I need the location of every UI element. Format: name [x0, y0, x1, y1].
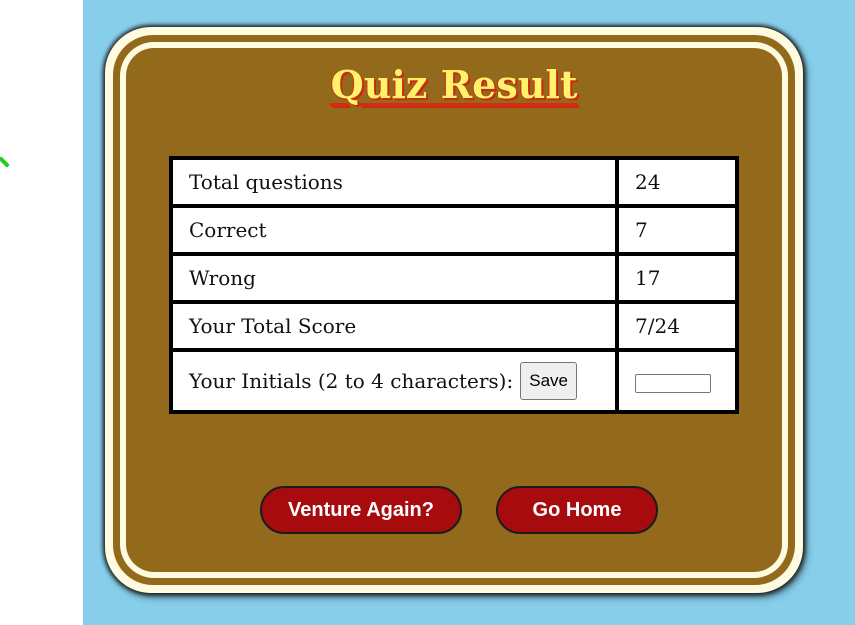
- table-row: Correct 7: [169, 204, 739, 256]
- venture-again-button[interactable]: Venture Again?: [260, 486, 462, 534]
- row-label: Wrong: [169, 252, 619, 304]
- row-value: 24: [615, 156, 739, 208]
- table-row: Your Total Score 7/24: [169, 300, 739, 352]
- initials-row: Your Initials (2 to 4 characters): Save: [169, 348, 739, 414]
- row-label: Your Total Score: [169, 300, 619, 352]
- row-value: 17: [615, 252, 739, 304]
- green-mark: [0, 156, 10, 168]
- go-home-button[interactable]: Go Home: [496, 486, 658, 534]
- table-row: Total questions 24: [169, 156, 739, 208]
- table-row: Wrong 17: [169, 252, 739, 304]
- page-title: Quiz Result: [330, 62, 578, 107]
- initials-input[interactable]: [635, 374, 711, 393]
- initials-label: Your Initials (2 to 4 characters):: [189, 369, 514, 393]
- result-table: Total questions 24 Correct 7 Wrong 17 Yo…: [169, 156, 739, 414]
- row-value: 7/24: [615, 300, 739, 352]
- row-label: Correct: [169, 204, 619, 256]
- row-value: 7: [615, 204, 739, 256]
- row-label: Total questions: [169, 156, 619, 208]
- left-pane: [0, 0, 83, 625]
- save-button[interactable]: Save: [520, 362, 577, 400]
